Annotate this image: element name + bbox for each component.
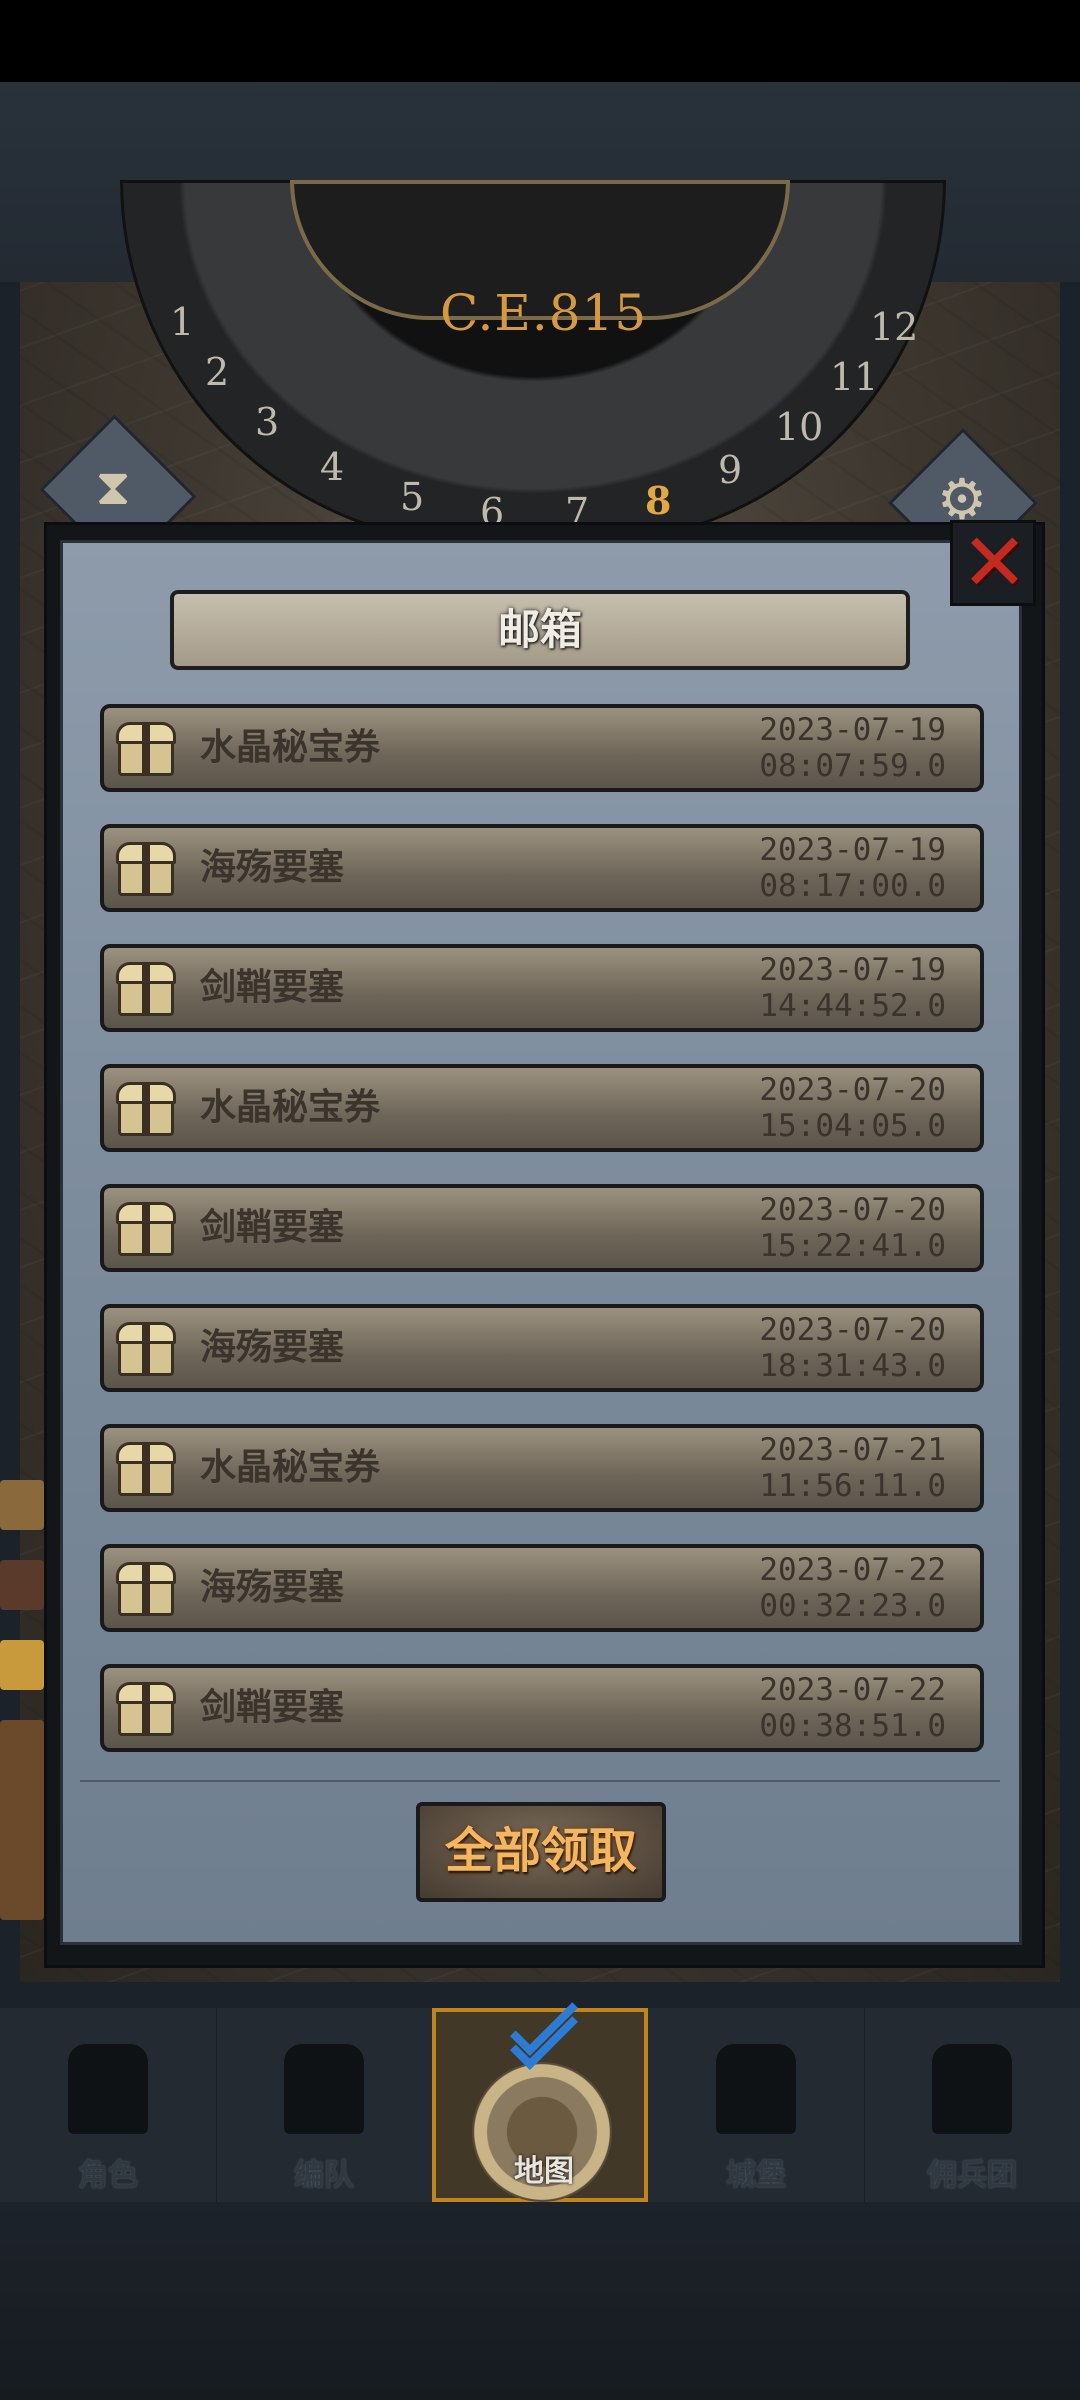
side-scroll-icon[interactable] [0,1480,44,1530]
dial-number: 9 [718,448,743,492]
dial-number: 12 [870,305,919,349]
knight-icon [68,2044,148,2134]
mail-name: 海殇要塞 [200,1327,345,1368]
mail-item[interactable]: 海殇要塞 2023-07-20 18:31:43.0 [100,1304,984,1392]
chest-icon [114,958,178,1020]
nav-tab-label: 角色 [78,2158,138,2193]
mail-name: 水晶秘宝券 [200,1087,381,1128]
mail-timestamp: 2023-07-20 18:31:43.0 [759,1312,946,1384]
chest-icon [114,1558,178,1620]
mail-name: 海殇要塞 [200,1567,345,1608]
mail-timestamp: 2023-07-20 15:04:05.0 [759,1072,946,1144]
bottom-band [0,2202,1080,2400]
dial-number: 11 [830,355,879,399]
chest-icon [114,1678,178,1740]
dial-number: 2 [205,350,230,394]
mail-name: 水晶秘宝券 [200,727,381,768]
hourglass-icon: ⧗ [95,457,131,516]
castle-icon [716,2044,796,2134]
mail-item[interactable]: 水晶秘宝券 2023-07-20 15:04:05.0 [100,1064,984,1152]
mail-name: 水晶秘宝券 [200,1447,381,1488]
mail-item[interactable]: 海殇要塞 2023-07-19 08:17:00.0 [100,824,984,912]
side-target-icon[interactable] [0,1640,44,1690]
dial-number: 3 [255,400,280,444]
banner-icon [932,2044,1012,2134]
helmet-icon [284,2044,364,2134]
dial-number: 5 [400,475,425,519]
nav-tab-label: 城堡 [726,2158,786,2193]
mail-name: 剑鞘要塞 [200,1687,345,1728]
mailbox-title: 邮箱 [170,590,910,670]
mail-timestamp: 2023-07-19 08:17:00.0 [759,832,946,904]
mail-item[interactable]: 剑鞘要塞 2023-07-22 00:38:51.0 [100,1664,984,1752]
nav-tab-mercenary[interactable]: 佣兵团 [864,2008,1080,2202]
nav-tab-character[interactable]: 角色 [0,2008,217,2202]
status-bar [0,0,1080,82]
mail-timestamp: 2023-07-19 14:44:52.0 [759,952,946,1024]
chevron-down-icon [500,1988,580,2070]
mail-timestamp: 2023-07-22 00:32:23.0 [759,1552,946,1624]
nav-tab-castle[interactable]: 城堡 [648,2008,865,2202]
nav-tab-label: 编队 [294,2158,354,2193]
dial-number: 4 [320,445,345,489]
close-x-icon: ✕ [961,516,1029,609]
dial-number-current: 8 [645,478,672,523]
mail-name: 剑鞘要塞 [200,1207,345,1248]
dial-number: 1 [170,300,195,344]
nav-tab-label: 佣兵团 [927,2158,1017,2193]
mail-timestamp: 2023-07-20 15:22:41.0 [759,1192,946,1264]
chest-icon [114,1438,178,1500]
claim-all-button[interactable]: 全部领取 [416,1802,666,1902]
side-rider-icon[interactable] [0,1560,44,1610]
mail-name: 海殇要塞 [200,847,345,888]
mail-item[interactable]: 剑鞘要塞 2023-07-20 15:22:41.0 [100,1184,984,1272]
mail-name: 剑鞘要塞 [200,967,345,1008]
mail-item[interactable]: 水晶秘宝券 2023-07-21 11:56:11.0 [100,1424,984,1512]
mail-timestamp: 2023-07-19 08:07:59.0 [759,712,946,784]
chest-icon [114,1318,178,1380]
mail-timestamp: 2023-07-21 11:56:11.0 [759,1432,946,1504]
nav-tab-label: 地图 [514,2154,574,2189]
mail-item[interactable]: 水晶秘宝券 2023-07-19 08:07:59.0 [100,704,984,792]
chest-icon [114,1198,178,1260]
year-label: C.E.815 [440,284,648,342]
mail-item[interactable]: 海殇要塞 2023-07-22 00:32:23.0 [100,1544,984,1632]
side-portrait-icon[interactable] [0,1720,44,1920]
mail-item[interactable]: 剑鞘要塞 2023-07-19 14:44:52.0 [100,944,984,1032]
divider [80,1780,1000,1782]
chest-icon [114,718,178,780]
nav-tab-team[interactable]: 编队 [216,2008,433,2202]
dial-number: 10 [775,405,824,449]
mail-timestamp: 2023-07-22 00:38:51.0 [759,1672,946,1744]
close-button[interactable]: ✕ [950,516,1036,609]
chest-icon [114,838,178,900]
chest-icon [114,1078,178,1140]
